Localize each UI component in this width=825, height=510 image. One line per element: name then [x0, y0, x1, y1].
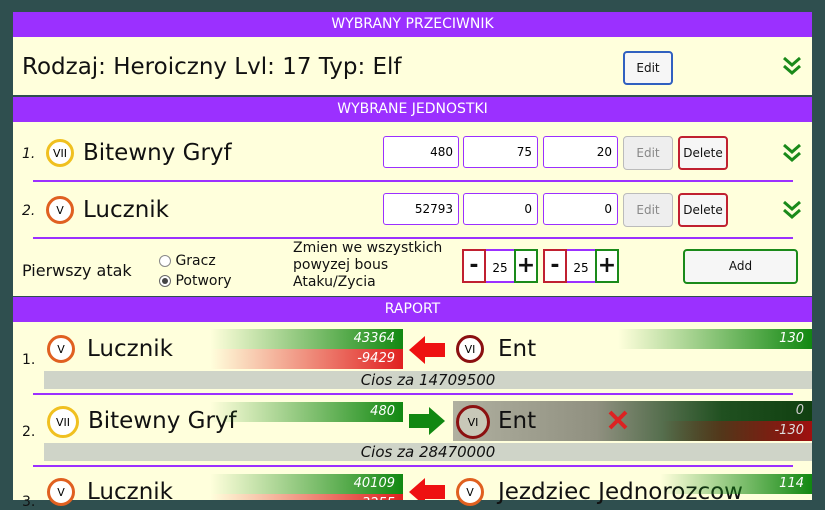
unit-delete-button[interactable]: Delete — [678, 136, 728, 170]
divider — [33, 237, 793, 239]
increment-button[interactable]: + — [595, 249, 619, 283]
first-attack-option[interactable]: Gracz — [159, 253, 216, 269]
attacker-hp-bar: 43364 — [210, 329, 403, 349]
unit-name: Bitewny Gryf — [83, 140, 232, 166]
add-button[interactable]: Add — [683, 249, 798, 284]
unit-life-bonus-input[interactable]: 0 — [543, 193, 618, 225]
opponent-header: WYBRANY PRZECIWNIK — [13, 12, 812, 37]
radio-potwory[interactable] — [159, 275, 171, 287]
radio-label: Potwory — [175, 273, 232, 289]
first-attack-option[interactable]: Potwory — [159, 273, 232, 289]
decrement-button[interactable]: - — [462, 249, 486, 283]
increment-button[interactable]: + — [514, 249, 538, 283]
opponent-summary: Rodzaj: Heroiczny Lvl: 17 Typ: Elf — [22, 54, 402, 80]
stepper-value[interactable]: 25 — [567, 249, 595, 283]
attacker-hp-bar: 480 — [210, 402, 403, 422]
arrow-right-icon — [409, 407, 445, 435]
hit-info: Cios za 28470000 — [44, 443, 812, 461]
defeated-x-icon — [608, 410, 628, 430]
rank-badge: V — [456, 478, 484, 506]
rank-badge: VI — [456, 335, 484, 363]
rank-badge: VI — [456, 405, 490, 439]
expand-chevron-icon[interactable] — [781, 142, 803, 164]
report-index: 3. — [22, 494, 36, 510]
attack-bonus-stepper: - 25 + — [462, 249, 538, 283]
divider — [33, 465, 793, 467]
unit-count-input[interactable]: 52793 — [383, 193, 459, 225]
unit-count-input[interactable]: 480 — [383, 136, 459, 168]
report-header: RAPORT — [13, 297, 812, 322]
first-attack-label: Pierwszy atak — [22, 261, 132, 280]
rank-badge: V — [47, 335, 75, 363]
attacker-hp-bar: 40109 — [210, 474, 403, 494]
attacker-name: Lucznik — [87, 479, 173, 505]
divider — [33, 180, 793, 182]
radio-gracz[interactable] — [159, 255, 171, 267]
unit-index: 1. — [22, 146, 36, 162]
attacker-damage-bar: -9429 — [210, 349, 403, 369]
stepper-value[interactable]: 25 — [486, 249, 514, 283]
arrow-left-icon — [409, 478, 445, 500]
units-panel: 1. VII Bitewny Gryf 480 75 20 Edit Delet… — [13, 122, 812, 296]
report-index: 1. — [22, 352, 36, 368]
rank-badge: VII — [47, 406, 79, 438]
unit-edit-button[interactable]: Edit — [623, 136, 673, 170]
unit-edit-button[interactable]: Edit — [623, 193, 673, 227]
unit-delete-button[interactable]: Delete — [678, 193, 728, 227]
divider — [33, 393, 793, 395]
decrement-button[interactable]: - — [543, 249, 567, 283]
bonus-label: Zmien we wszystkich powyzej bous Ataku/Z… — [293, 240, 443, 290]
hit-info: Cios za 14709500 — [44, 371, 812, 389]
radio-label: Gracz — [175, 253, 216, 269]
opponent-edit-button[interactable]: Edit — [623, 51, 673, 85]
expand-chevron-icon[interactable] — [781, 199, 803, 221]
expand-chevron-icon[interactable] — [781, 55, 803, 77]
unit-attack-bonus-input[interactable]: 75 — [463, 136, 538, 168]
attacker-damage-bar: -3255 — [210, 494, 403, 500]
attacker-name: Lucznik — [87, 336, 173, 362]
report-index: 2. — [22, 424, 36, 440]
defender-name: Ent — [498, 336, 537, 362]
life-bonus-stepper: - 25 + — [543, 249, 619, 283]
opponent-panel: Rodzaj: Heroiczny Lvl: 17 Typ: Elf Edit — [13, 37, 812, 95]
unit-index: 2. — [22, 203, 36, 219]
unit-attack-bonus-input[interactable]: 0 — [463, 193, 538, 225]
defender-hp-value: 0 — [795, 403, 804, 418]
defender-hp-bar: 114 — [660, 474, 812, 494]
defender-hp-bar: 130 — [618, 329, 812, 349]
rank-badge: V — [47, 478, 75, 506]
arrow-left-icon — [409, 336, 445, 364]
defender-name: Ent — [498, 408, 537, 434]
unit-life-bonus-input[interactable]: 20 — [543, 136, 618, 168]
rank-badge: VII — [46, 139, 74, 167]
defender-damage-value: -130 — [774, 423, 804, 438]
units-header: WYBRANE JEDNOSTKI — [13, 97, 812, 122]
rank-badge: V — [46, 196, 74, 224]
unit-name: Lucznik — [83, 197, 169, 223]
